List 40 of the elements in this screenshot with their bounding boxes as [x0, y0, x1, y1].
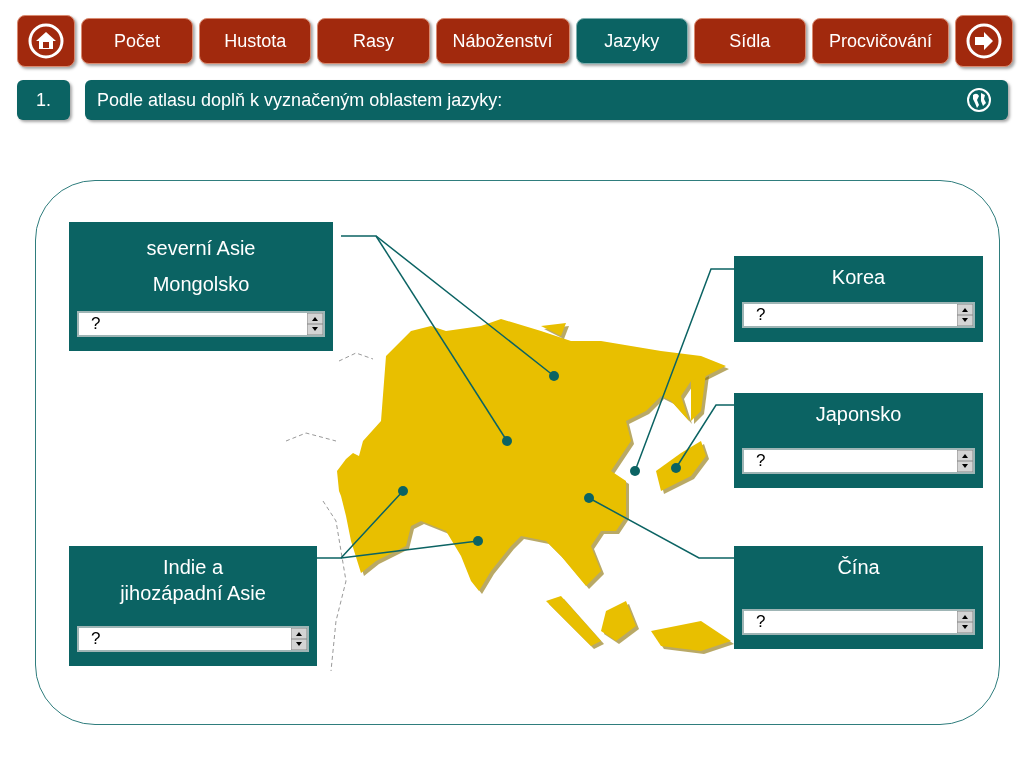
home-icon: [27, 22, 65, 60]
region-label: Indie a: [162, 555, 224, 580]
spin-down-icon[interactable]: [957, 315, 973, 326]
nav-tab[interactable]: Jazyky: [575, 18, 688, 64]
arrow-right-icon: [965, 22, 1003, 60]
region-label: Japonsko: [815, 402, 902, 427]
answer-spinbox[interactable]: ?: [77, 311, 325, 337]
region-label: jihozápadní Asie: [120, 581, 266, 606]
task-number: 1.: [17, 80, 70, 120]
home-button[interactable]: [17, 15, 75, 67]
spin-down-icon[interactable]: [957, 622, 973, 633]
region-label: Čína: [837, 555, 880, 580]
nav-tab[interactable]: Rasy: [317, 18, 430, 64]
island-drawing: [541, 323, 569, 339]
border-line: [338, 352, 374, 362]
spin-up-icon[interactable]: [291, 628, 307, 639]
nav-tab[interactable]: Náboženství: [435, 18, 570, 64]
nav-tab[interactable]: Počet: [81, 18, 194, 64]
answer-spinbox[interactable]: ?: [742, 302, 975, 328]
spin-up-icon[interactable]: [957, 304, 973, 315]
answer-spinbox[interactable]: ?: [77, 626, 309, 652]
spin-up-icon[interactable]: [307, 313, 323, 324]
next-button[interactable]: [955, 15, 1013, 67]
instruction-text: Podle atlasu doplň k vyznačeným oblastem jazyky:: [97, 88, 503, 112]
region-label: severní Asie: [146, 236, 256, 261]
answer-spinbox[interactable]: ?: [742, 448, 975, 474]
spin-down-icon[interactable]: [957, 461, 973, 472]
spin-down-icon[interactable]: [307, 324, 323, 335]
spin-down-icon[interactable]: [291, 639, 307, 650]
region-label: Mongolsko: [152, 272, 250, 297]
spin-up-icon[interactable]: [957, 450, 973, 461]
island-drawing: [691, 373, 709, 424]
nav-tab[interactable]: Hustota: [199, 18, 312, 64]
island-drawing: [656, 441, 709, 494]
spin-up-icon[interactable]: [957, 611, 973, 622]
answer-spinbox[interactable]: ?: [742, 609, 975, 635]
border-line: [285, 432, 337, 442]
nav-tab[interactable]: Procvičování: [811, 18, 949, 64]
nav-tab[interactable]: Sídla: [693, 18, 806, 64]
region-label: Korea: [831, 265, 886, 290]
